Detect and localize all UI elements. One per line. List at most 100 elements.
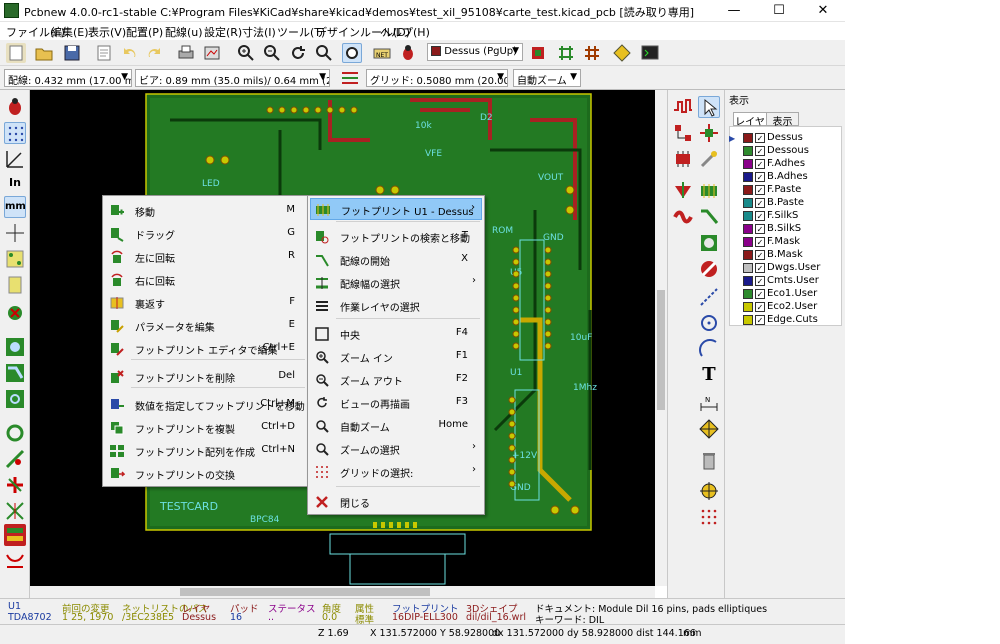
- local-ratsnest-icon[interactable]: [672, 122, 694, 144]
- redo-icon[interactable]: [144, 43, 164, 63]
- auto-place-hat-icon[interactable]: [672, 180, 694, 202]
- add-tracks-magic-icon[interactable]: [698, 148, 720, 170]
- ic-module-icon[interactable]: [672, 148, 694, 170]
- layer-color-swatch[interactable]: [743, 184, 753, 195]
- layer-row-b.silks[interactable]: ✓ B.SilkS: [729, 223, 801, 236]
- microwave-tools-icon[interactable]: [4, 550, 26, 572]
- vertical-scrollbar[interactable]: [655, 90, 667, 586]
- auto-route-icon[interactable]: [672, 206, 694, 228]
- zoom-in-icon[interactable]: [236, 43, 256, 63]
- layer-visibility-checkbox[interactable]: ✓: [755, 223, 765, 234]
- layer-row-eco2.user[interactable]: ✓ Eco2.User: [729, 301, 817, 314]
- redraw-icon[interactable]: [288, 43, 308, 63]
- grid-toggle-icon[interactable]: [4, 122, 26, 144]
- layer-visibility-checkbox[interactable]: ✓: [755, 210, 765, 221]
- menu-item-close-menu[interactable]: 閉じる: [310, 491, 482, 513]
- vertical-scroll-thumb[interactable]: [657, 290, 665, 410]
- menu-view[interactable]: 表示(V): [88, 24, 126, 40]
- zoom-fit-icon[interactable]: [314, 43, 334, 63]
- add-dimension-icon[interactable]: N: [698, 392, 720, 414]
- layer-row-f.paste[interactable]: ✓ F.Paste: [729, 184, 801, 197]
- undo-icon[interactable]: [120, 43, 140, 63]
- menu-place[interactable]: 配置(P): [126, 24, 163, 40]
- auto-track-width-icon[interactable]: [340, 68, 360, 88]
- layer-color-swatch[interactable]: [743, 275, 753, 286]
- menu-item-zoom-select[interactable]: ズームの選択 ›: [310, 438, 482, 460]
- menu-item-begin-route[interactable]: 配線の開始 X: [310, 249, 482, 271]
- add-target-icon[interactable]: [698, 418, 720, 440]
- layer-color-swatch[interactable]: [743, 158, 753, 169]
- layer-color-swatch[interactable]: [743, 223, 753, 234]
- layer-row-b.adhes[interactable]: ✓ B.Adhes: [729, 171, 808, 184]
- add-module-icon[interactable]: [698, 122, 720, 144]
- tab-render[interactable]: 表示: [767, 112, 799, 128]
- find-icon[interactable]: [342, 43, 362, 63]
- menu-item-redraw-view[interactable]: ビューの再描画 F3: [310, 392, 482, 414]
- microwave-toolbar-icon[interactable]: [4, 500, 26, 522]
- layer-visibility-checkbox[interactable]: ✓: [755, 275, 765, 286]
- cursor-shape-icon[interactable]: [4, 222, 26, 244]
- add-zone-icon[interactable]: [698, 232, 720, 254]
- module-ratsnest-icon[interactable]: [4, 274, 26, 296]
- horizontal-scrollbar[interactable]: [30, 586, 655, 598]
- layer-row-b.mask[interactable]: ✓ B.Mask: [729, 249, 803, 262]
- layer-color-swatch[interactable]: [743, 236, 753, 247]
- grid-origin-icon[interactable]: [698, 506, 720, 528]
- menu-help[interactable]: ヘルプ(H): [380, 24, 430, 40]
- add-arc-icon[interactable]: [698, 338, 720, 360]
- layer-row-cmts.user[interactable]: ✓ Cmts.User: [729, 275, 819, 288]
- layer-color-swatch[interactable]: [743, 197, 753, 208]
- layer-color-swatch[interactable]: [743, 288, 753, 299]
- layer-color-swatch[interactable]: [743, 314, 753, 325]
- layer-row-dwgs.user[interactable]: ✓ Dwgs.User: [729, 262, 820, 275]
- layer-color-swatch[interactable]: [743, 210, 753, 221]
- layer-color-swatch[interactable]: [743, 301, 753, 312]
- menu-item-auto-zoom[interactable]: 自動ズーム Home: [310, 415, 482, 437]
- menu-item-select-working-layer[interactable]: 作業レイヤの選択: [310, 295, 482, 317]
- layer-visibility-checkbox[interactable]: ✓: [755, 236, 765, 247]
- menu-item-footprint-u1[interactable]: フットプリント U1 - Dessus ›: [310, 198, 482, 220]
- add-module-footprint-icon[interactable]: [698, 180, 720, 202]
- auto-place-icon[interactable]: [612, 43, 632, 63]
- set-origin-icon[interactable]: [698, 480, 720, 502]
- zoom-select[interactable]: 自動ズーム ▼: [513, 69, 581, 87]
- menu-item-exchange-footprint[interactable]: フットプリントの交換: [105, 463, 307, 485]
- layer-row-eco1.user[interactable]: ✓ Eco1.User: [729, 288, 817, 301]
- layer-visibility-checkbox[interactable]: ✓: [755, 249, 765, 260]
- netlist-icon[interactable]: NET: [372, 43, 392, 63]
- show-tracks-sketch-icon[interactable]: [4, 362, 26, 384]
- menu-item-rotate-right[interactable]: 右に回転: [105, 269, 307, 291]
- menu-edit[interactable]: 編集(E): [51, 24, 89, 40]
- menu-item-track-width[interactable]: 配線幅の選択 ›: [310, 272, 482, 294]
- add-tracks-icon[interactable]: [698, 206, 720, 228]
- add-graphic-line-icon[interactable]: [698, 286, 720, 308]
- menu-item-drag[interactable]: ドラッグ G: [105, 223, 307, 245]
- plot-icon[interactable]: [202, 43, 222, 63]
- layer-visibility-checkbox[interactable]: ✓: [755, 132, 765, 143]
- menu-item-edit-params[interactable]: パラメータを編集 E: [105, 315, 307, 337]
- layer-row-f.mask[interactable]: ✓ F.Mask: [729, 236, 800, 249]
- highlight-net-icon[interactable]: [672, 96, 694, 118]
- minimize-button[interactable]: —: [712, 0, 756, 22]
- tab-layers[interactable]: レイヤ: [733, 112, 767, 128]
- layer-color-swatch[interactable]: [743, 171, 753, 182]
- page-settings-icon[interactable]: [94, 43, 114, 63]
- scripting-console-icon[interactable]: [640, 43, 660, 63]
- menu-item-zoom-out[interactable]: ズーム アウト F2: [310, 369, 482, 391]
- layer-color-swatch[interactable]: [743, 262, 753, 273]
- show-zones-icon[interactable]: [4, 422, 26, 444]
- layer-row-b.paste[interactable]: ✓ B.Paste: [729, 197, 804, 210]
- open-folder-icon[interactable]: [34, 43, 54, 63]
- menu-item-flip[interactable]: 裏返す F: [105, 292, 307, 314]
- layer-visibility-checkbox[interactable]: ✓: [755, 301, 765, 312]
- menu-route[interactable]: 配線(u): [165, 24, 203, 40]
- auto-delete-track-icon[interactable]: [4, 302, 26, 324]
- show-pads-sketch-icon[interactable]: [4, 336, 26, 358]
- print-icon[interactable]: [176, 43, 196, 63]
- layer-row-f.adhes[interactable]: ✓ F.Adhes: [729, 158, 805, 171]
- close-window-button[interactable]: ✕: [801, 0, 845, 22]
- menu-item-duplicate-footprint[interactable]: フットプリントを複製 Ctrl+D: [105, 417, 307, 439]
- menu-item-delete-footprint[interactable]: フットプリントを削除 Del: [105, 366, 307, 388]
- menu-dimensions[interactable]: 寸法(I): [242, 24, 276, 40]
- layer-color-swatch[interactable]: [743, 132, 753, 143]
